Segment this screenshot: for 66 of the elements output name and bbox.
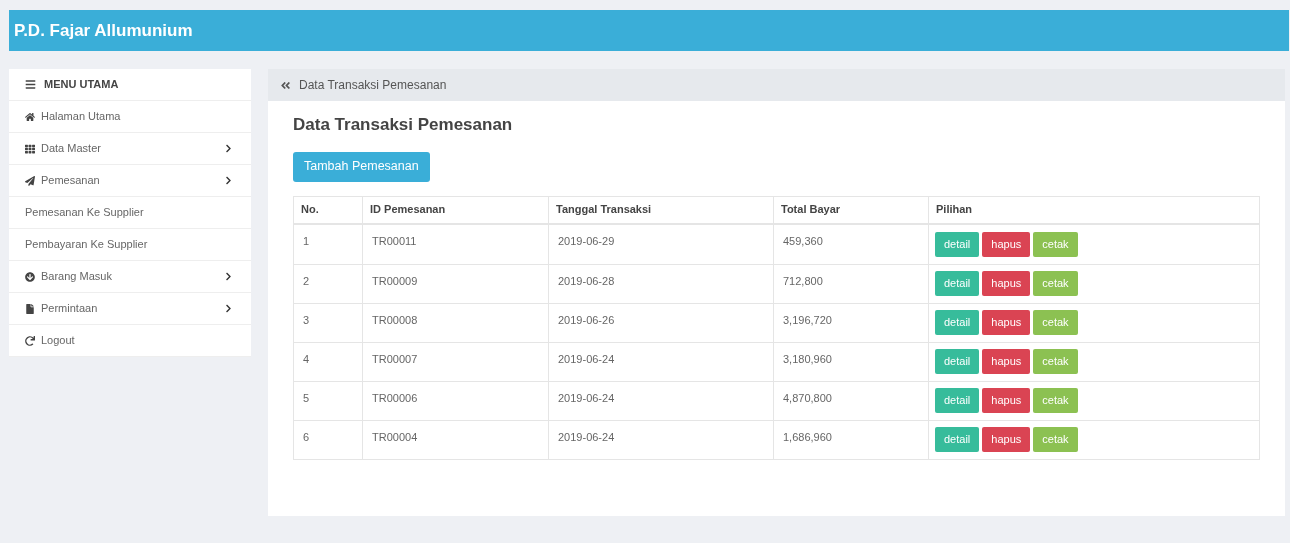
table-cell: 3,180,960: [773, 342, 928, 381]
delete-button[interactable]: hapus: [982, 388, 1031, 413]
table-cell-text: 5: [302, 390, 311, 406]
table-cell: 1,686,960: [773, 420, 928, 459]
table-cell: 2019-06-26: [548, 303, 773, 342]
detail-button[interactable]: detail: [935, 231, 980, 257]
delete-button[interactable]: hapus: [982, 427, 1031, 452]
paper-plane-icon: [25, 175, 35, 186]
table-cell: TR00006: [362, 381, 548, 420]
sidebar-item[interactable]: Pembayaran Ke Supplier: [9, 229, 251, 261]
table-cell: TR00007: [362, 342, 548, 381]
table-cell: TR00011: [362, 224, 548, 264]
download-icon: [25, 271, 35, 282]
table-cell-text: 3: [302, 312, 311, 328]
sidebar-item[interactable]: Pemesanan: [9, 165, 251, 197]
sidebar-item[interactable]: Logout: [9, 325, 251, 357]
delete-button[interactable]: hapus: [982, 271, 1031, 296]
chevron-right-icon: [224, 304, 233, 313]
table-cell: 2019-06-24: [548, 420, 773, 459]
menu-icon: [25, 79, 36, 90]
app-title: P.D. Fajar Allumunium: [14, 19, 193, 42]
detail-button[interactable]: detail: [935, 310, 980, 335]
menu-heading: MENU UTAMA: [44, 77, 119, 93]
home-icon: [25, 111, 35, 122]
table-cell: 2019-06-28: [548, 264, 773, 303]
detail-button[interactable]: detail: [935, 271, 980, 296]
breadcrumb[interactable]: Data Transaksi Pemesanan: [299, 76, 447, 94]
delete-button[interactable]: hapus: [982, 310, 1031, 335]
sidebar-item[interactable]: Permintaan: [9, 293, 251, 325]
table-cell: TR00009: [362, 264, 548, 303]
table-cell-text: 6: [302, 429, 311, 445]
column-header: No.: [300, 202, 320, 218]
sidebar-item[interactable]: Barang Masuk: [9, 261, 251, 293]
add-order-button[interactable]: Tambah Pemesanan: [293, 151, 430, 182]
detail-button[interactable]: detail: [935, 427, 980, 452]
chevron-right-icon: [224, 272, 233, 281]
delete-button[interactable]: hapus: [982, 349, 1031, 374]
table-cell-text: 2: [302, 273, 311, 289]
table-cell: 2019-06-29: [548, 224, 773, 264]
double-chevron-left-icon: [280, 79, 291, 91]
table-cell: 4,870,800: [773, 381, 928, 420]
table-cell: TR00004: [362, 420, 548, 459]
detail-button[interactable]: detail: [935, 388, 980, 413]
file-icon: [25, 303, 35, 314]
detail-button[interactable]: detail: [935, 349, 980, 374]
column-header: Total Bayar: [773, 196, 928, 223]
table-cell: 459,360: [773, 224, 928, 264]
table-cell: TR00008: [362, 303, 548, 342]
column-header: ID Pemesanan: [362, 196, 548, 223]
delete-button[interactable]: hapus: [982, 231, 1031, 257]
column-header: Pilihan: [928, 196, 1259, 223]
table-cell-text: 4: [302, 351, 311, 367]
sidebar-item[interactable]: Pemesanan Ke Supplier: [9, 197, 251, 229]
table-cell: 2019-06-24: [548, 381, 773, 420]
table-cell-text: 1: [302, 233, 311, 249]
circular-arrow-icon: [25, 335, 35, 346]
sidebar-item[interactable]: Data Master: [9, 133, 251, 165]
chevron-right-icon: [224, 176, 233, 185]
sidebar-item[interactable]: Halaman Utama: [9, 101, 251, 133]
table-cell: 712,800: [773, 264, 928, 303]
table-cell: 3,196,720: [773, 303, 928, 342]
grid-icon: [25, 143, 35, 154]
chevron-right-icon: [224, 144, 233, 153]
page-title: Data Transaksi Pemesanan: [293, 114, 514, 136]
column-header: Tanggal Transaksi: [548, 196, 773, 223]
table-cell: 2019-06-24: [548, 342, 773, 381]
